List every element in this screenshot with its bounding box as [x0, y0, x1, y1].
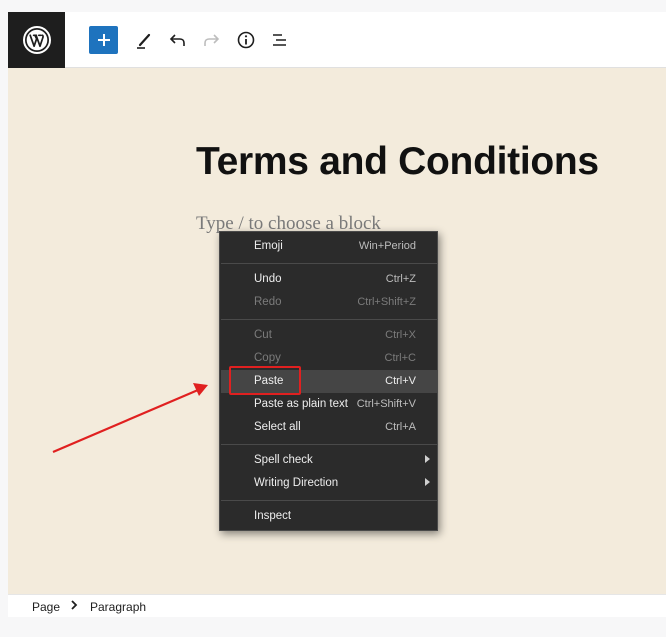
menu-item-spell-check[interactable]: Spell check [221, 449, 437, 472]
menu-item-emoji[interactable]: Emoji Win+Period [221, 235, 437, 258]
breadcrumb: Page Paragraph [8, 594, 666, 617]
top-toolbar [8, 12, 666, 68]
add-block-button[interactable] [89, 26, 118, 54]
menu-divider [221, 500, 437, 501]
menu-item-undo[interactable]: Undo Ctrl+Z [221, 268, 437, 291]
wordpress-logo-icon[interactable] [8, 12, 65, 68]
menu-item-writing-direction[interactable]: Writing Direction [221, 472, 437, 495]
chevron-right-icon [70, 599, 78, 614]
breadcrumb-page[interactable]: Page [32, 600, 60, 614]
menu-divider [221, 319, 437, 320]
plus-icon [97, 34, 110, 46]
breadcrumb-paragraph[interactable]: Paragraph [90, 600, 146, 614]
menu-divider [221, 444, 437, 445]
undo-icon [169, 34, 185, 46]
submenu-arrow-icon [425, 455, 430, 463]
submenu-arrow-icon [425, 478, 430, 486]
pencil-icon [137, 33, 151, 49]
info-icon [237, 31, 255, 49]
page-title[interactable]: Terms and Conditions [196, 140, 599, 184]
tools-button[interactable] [128, 24, 160, 56]
menu-item-redo[interactable]: Redo Ctrl+Shift+Z [221, 291, 437, 314]
menu-item-paste-plain-text[interactable]: Paste as plain text Ctrl+Shift+V [221, 393, 437, 416]
list-view-button[interactable] [264, 24, 296, 56]
redo-button[interactable] [195, 24, 227, 56]
menu-divider [221, 263, 437, 264]
menu-item-select-all[interactable]: Select all Ctrl+A [221, 416, 437, 439]
menu-item-inspect[interactable]: Inspect [221, 505, 437, 528]
annotation-highlight-box [229, 366, 301, 395]
menu-item-cut[interactable]: Cut Ctrl+X [221, 324, 437, 347]
undo-button[interactable] [162, 24, 194, 56]
list-view-icon [273, 34, 286, 46]
details-button[interactable] [230, 24, 262, 56]
redo-icon [204, 34, 220, 46]
